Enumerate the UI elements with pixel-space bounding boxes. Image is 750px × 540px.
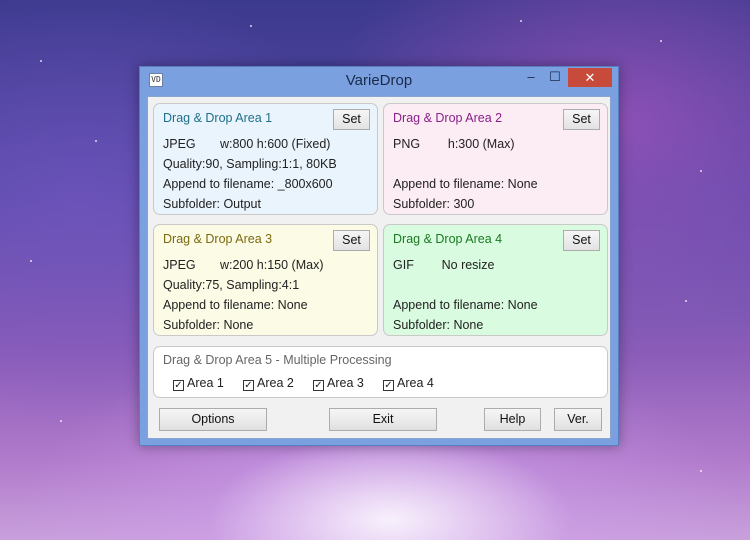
- set-button[interactable]: Set: [333, 230, 370, 251]
- minimize-button[interactable]: –: [520, 69, 542, 87]
- maximize-button[interactable]: ☐: [544, 69, 566, 87]
- star: [520, 20, 522, 22]
- star: [40, 60, 42, 62]
- close-button[interactable]: ✕: [568, 68, 612, 87]
- options-button[interactable]: Options: [159, 408, 267, 431]
- format-line: JPEG w:200 h:150 (Max): [163, 258, 324, 272]
- set-button[interactable]: Set: [333, 109, 370, 130]
- client-area: Drag & Drop Area 1 Set JPEG w:800 h:600 …: [147, 96, 611, 439]
- star: [30, 260, 32, 262]
- checkbox-area-2[interactable]: ✓ Area 2: [243, 376, 294, 391]
- quality-line: Quality:90, Sampling:1:1, 80KB: [163, 157, 337, 171]
- area-title: Drag & Drop Area 4: [393, 232, 503, 246]
- checkbox-check-icon[interactable]: ✓: [313, 380, 324, 391]
- version-button[interactable]: Ver.: [554, 408, 602, 431]
- star: [250, 25, 252, 27]
- area-title: Drag & Drop Area 2: [393, 111, 503, 125]
- subfolder-line: Subfolder: None: [163, 318, 254, 332]
- title-bar[interactable]: VD VarieDrop – ☐ ✕: [140, 67, 618, 95]
- help-button[interactable]: Help: [484, 408, 541, 431]
- star: [685, 300, 687, 302]
- format-line: GIF No resize: [393, 258, 495, 272]
- drop-area-2[interactable]: Drag & Drop Area 2 Set PNG h:300 (Max) A…: [383, 103, 608, 215]
- exit-button[interactable]: Exit: [329, 408, 437, 431]
- checkbox-label: Area 3: [327, 376, 364, 390]
- star: [95, 140, 97, 142]
- drop-area-5[interactable]: Drag & Drop Area 5 - Multiple Processing…: [153, 346, 608, 398]
- drop-area-1[interactable]: Drag & Drop Area 1 Set JPEG w:800 h:600 …: [153, 103, 378, 215]
- drop-area-3[interactable]: Drag & Drop Area 3 Set JPEG w:200 h:150 …: [153, 224, 378, 336]
- area-title: Drag & Drop Area 5 - Multiple Processing: [163, 353, 392, 367]
- area-title: Drag & Drop Area 1: [163, 111, 273, 125]
- checkbox-check-icon[interactable]: ✓: [383, 380, 394, 391]
- append-line: Append to filename: None: [393, 177, 538, 191]
- checkbox-check-icon[interactable]: ✓: [173, 380, 184, 391]
- checkbox-label: Area 4: [397, 376, 434, 390]
- checkbox-area-1[interactable]: ✓ Area 1: [173, 376, 224, 391]
- star: [60, 420, 62, 422]
- area-title: Drag & Drop Area 3: [163, 232, 273, 246]
- set-button[interactable]: Set: [563, 109, 600, 130]
- subfolder-line: Subfolder: Output: [163, 197, 261, 211]
- format-line: PNG h:300 (Max): [393, 137, 515, 151]
- varie-drop-window: VD VarieDrop – ☐ ✕ Drag & Drop Area 1 Se…: [139, 66, 619, 446]
- star: [700, 470, 702, 472]
- quality-line: Quality:75, Sampling:4:1: [163, 278, 300, 292]
- format-line: JPEG w:800 h:600 (Fixed): [163, 137, 331, 151]
- checkbox-label: Area 1: [187, 376, 224, 390]
- append-line: Append to filename: None: [393, 298, 538, 312]
- checkbox-area-3[interactable]: ✓ Area 3: [313, 376, 364, 391]
- checkbox-label: Area 2: [257, 376, 294, 390]
- checkbox-check-icon[interactable]: ✓: [243, 380, 254, 391]
- set-button[interactable]: Set: [563, 230, 600, 251]
- star: [660, 40, 662, 42]
- subfolder-line: Subfolder: 300: [393, 197, 475, 211]
- checkbox-area-4[interactable]: ✓ Area 4: [383, 376, 434, 391]
- subfolder-line: Subfolder: None: [393, 318, 484, 332]
- append-line: Append to filename: None: [163, 298, 308, 312]
- star: [700, 170, 702, 172]
- append-line: Append to filename: _800x600: [163, 177, 333, 191]
- drop-area-4[interactable]: Drag & Drop Area 4 Set GIF No resize App…: [383, 224, 608, 336]
